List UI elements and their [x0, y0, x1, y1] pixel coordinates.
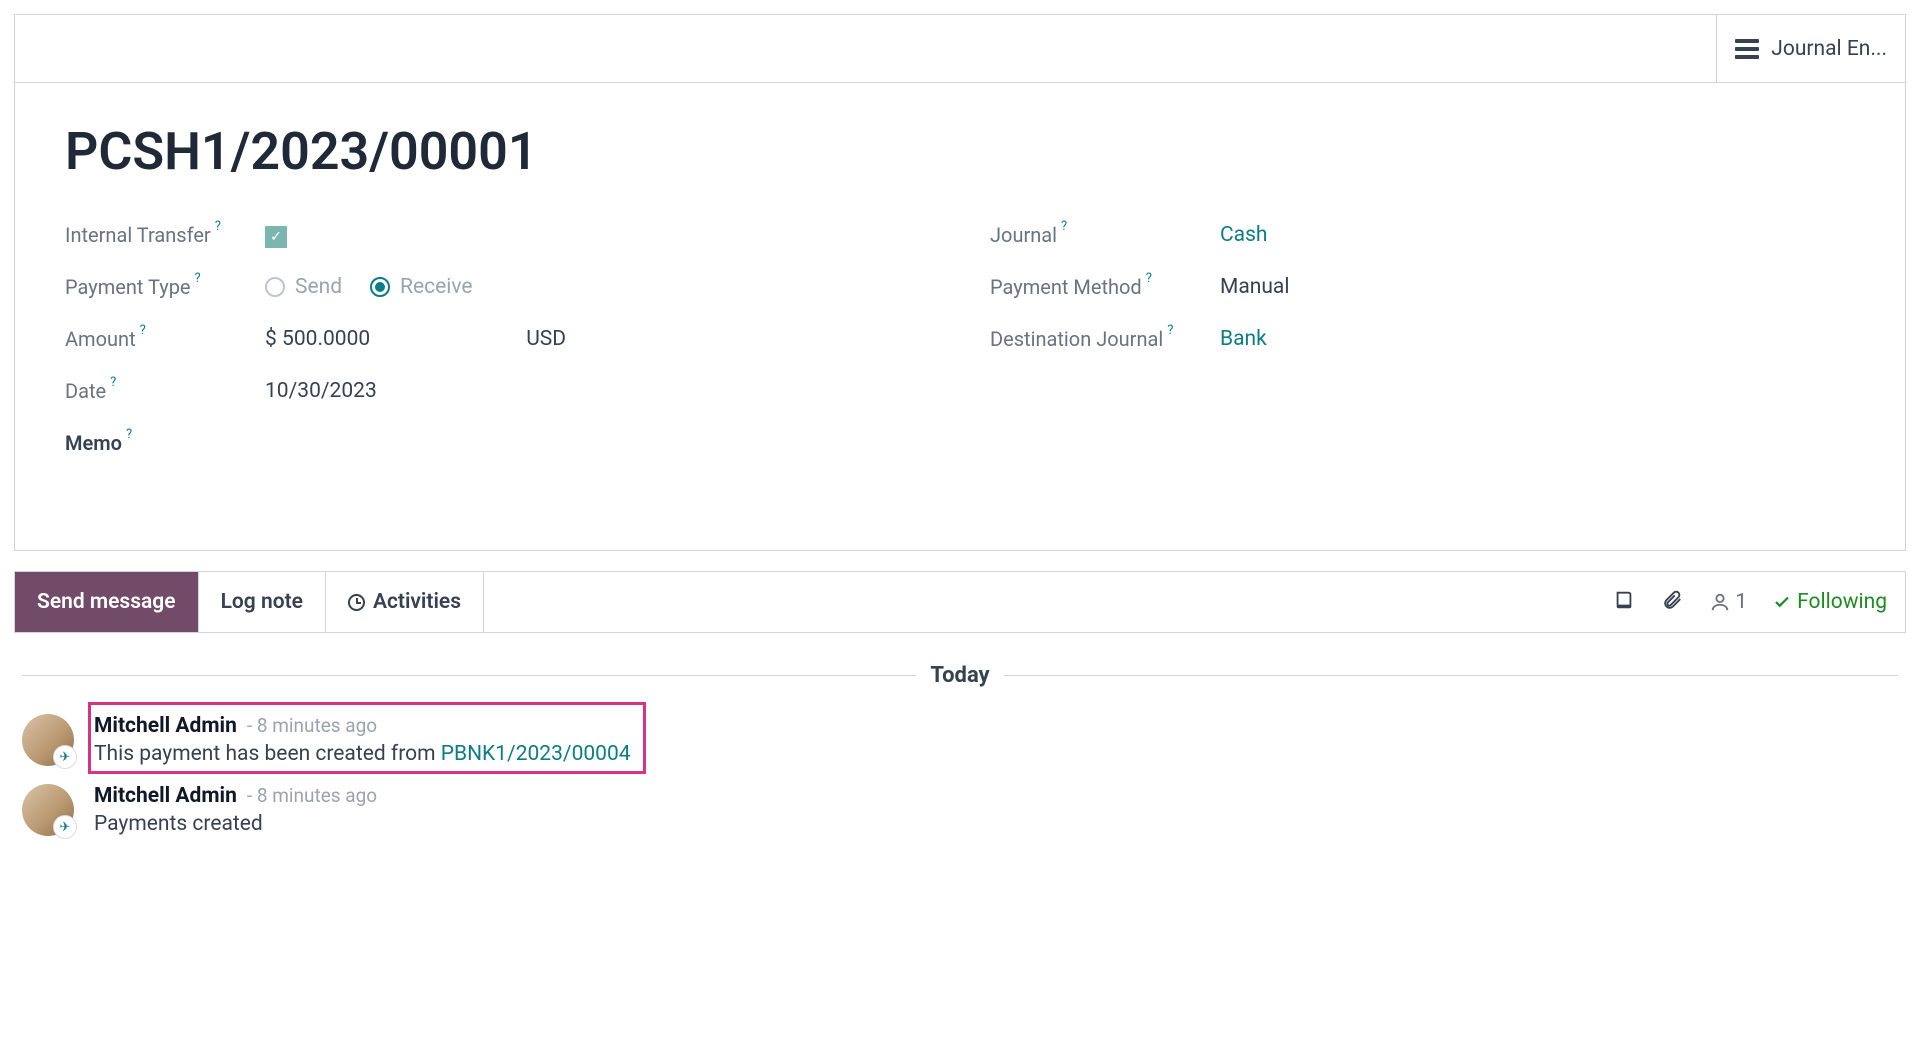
- form-col-right: Journal? Cash Payment Method? Manual Des…: [990, 220, 1855, 480]
- journal-entries-label: Journal En...: [1771, 37, 1887, 61]
- chatter-toolbar: Send message Log note Activities 1 Follo…: [14, 571, 1906, 633]
- message-body: Mitchell Admin - 8 minutes ago This paym…: [94, 714, 631, 766]
- attachment-icon[interactable]: [1661, 589, 1683, 616]
- payment-type-send[interactable]: Send: [265, 275, 342, 299]
- message-author[interactable]: Mitchell Admin: [94, 784, 237, 808]
- clock-icon: [348, 594, 365, 611]
- payment-type-row: Payment Type? Send Receive: [65, 272, 930, 302]
- log-note-button[interactable]: Log note: [199, 572, 326, 632]
- stat-spacer: [15, 15, 1716, 82]
- message-link[interactable]: PBNK1/2023/00004: [441, 742, 631, 766]
- journal-value[interactable]: Cash: [1220, 223, 1855, 247]
- help-icon[interactable]: ?: [1167, 323, 1173, 338]
- payment-type-receive[interactable]: Receive: [370, 275, 473, 299]
- internal-transfer-label: Internal Transfer?: [65, 223, 265, 247]
- amount-label: Amount?: [65, 327, 265, 351]
- form-col-left: Internal Transfer? ✓ Payment Type? Send …: [65, 220, 930, 480]
- memo-row: Memo?: [65, 428, 930, 458]
- message-content: Payments created: [94, 812, 377, 836]
- send-message-button[interactable]: Send message: [15, 572, 199, 632]
- journal-label: Journal?: [990, 223, 1220, 247]
- amount-value: $ 500.0000 USD: [265, 327, 930, 351]
- chatter-message: Mitchell Admin - 8 minutes ago Payments …: [22, 784, 1898, 836]
- hamburger-icon: [1735, 39, 1759, 59]
- date-label: Date?: [65, 379, 265, 403]
- dest-journal-row: Destination Journal? Bank: [990, 324, 1855, 354]
- journal-row: Journal? Cash: [990, 220, 1855, 250]
- date-row: Date? 10/30/2023: [65, 376, 930, 406]
- form-body: PCSH1/2023/00001 Internal Transfer? ✓ Pa…: [15, 83, 1905, 550]
- activities-button[interactable]: Activities: [326, 572, 484, 632]
- help-icon[interactable]: ?: [110, 375, 116, 390]
- payment-type-label: Payment Type?: [65, 275, 265, 299]
- dest-journal-value[interactable]: Bank: [1220, 327, 1855, 351]
- message-time: - 8 minutes ago: [247, 784, 377, 807]
- following-button[interactable]: Following: [1773, 590, 1887, 614]
- date-value: 10/30/2023: [265, 379, 930, 403]
- payment-method-row: Payment Method? Manual: [990, 272, 1855, 302]
- message-body: Mitchell Admin - 8 minutes ago Payments …: [94, 784, 377, 836]
- form-columns: Internal Transfer? ✓ Payment Type? Send …: [65, 220, 1855, 480]
- follower-count[interactable]: 1: [1709, 590, 1747, 614]
- chatter-right: 1 Following: [1595, 572, 1905, 632]
- avatar[interactable]: [22, 784, 74, 836]
- amount-currency: USD: [526, 327, 566, 351]
- message-time: - 8 minutes ago: [247, 714, 377, 737]
- date-separator: Today: [22, 663, 1898, 688]
- chatter-thread: Today Mitchell Admin - 8 minutes ago Thi…: [14, 633, 1906, 836]
- help-icon[interactable]: ?: [140, 323, 146, 338]
- book-icon[interactable]: [1613, 589, 1635, 616]
- internal-transfer-value: ✓: [265, 223, 930, 248]
- help-icon[interactable]: ?: [215, 219, 221, 234]
- record-title: PCSH1/2023/00001: [65, 121, 1855, 182]
- memo-label: Memo?: [65, 431, 265, 455]
- help-icon[interactable]: ?: [126, 427, 132, 442]
- avatar[interactable]: [22, 714, 74, 766]
- help-icon[interactable]: ?: [1146, 271, 1152, 286]
- payment-type-radios: Send Receive: [265, 275, 930, 299]
- chatter-message: Mitchell Admin - 8 minutes ago This paym…: [22, 714, 1898, 766]
- internal-transfer-row: Internal Transfer? ✓: [65, 220, 930, 250]
- internal-transfer-checkbox[interactable]: ✓: [265, 226, 287, 248]
- help-icon[interactable]: ?: [1061, 219, 1067, 234]
- payment-method-label: Payment Method?: [990, 275, 1220, 299]
- stat-button-bar: Journal En...: [15, 15, 1905, 83]
- dest-journal-label: Destination Journal?: [990, 327, 1220, 351]
- payment-method-value: Manual: [1220, 275, 1855, 299]
- amount-row: Amount? $ 500.0000 USD: [65, 324, 930, 354]
- journal-entries-button[interactable]: Journal En...: [1716, 15, 1905, 82]
- message-author[interactable]: Mitchell Admin: [94, 714, 237, 738]
- help-icon[interactable]: ?: [195, 271, 201, 286]
- message-content: This payment has been created from PBNK1…: [94, 742, 631, 766]
- form-card: Journal En... PCSH1/2023/00001 Internal …: [14, 14, 1906, 551]
